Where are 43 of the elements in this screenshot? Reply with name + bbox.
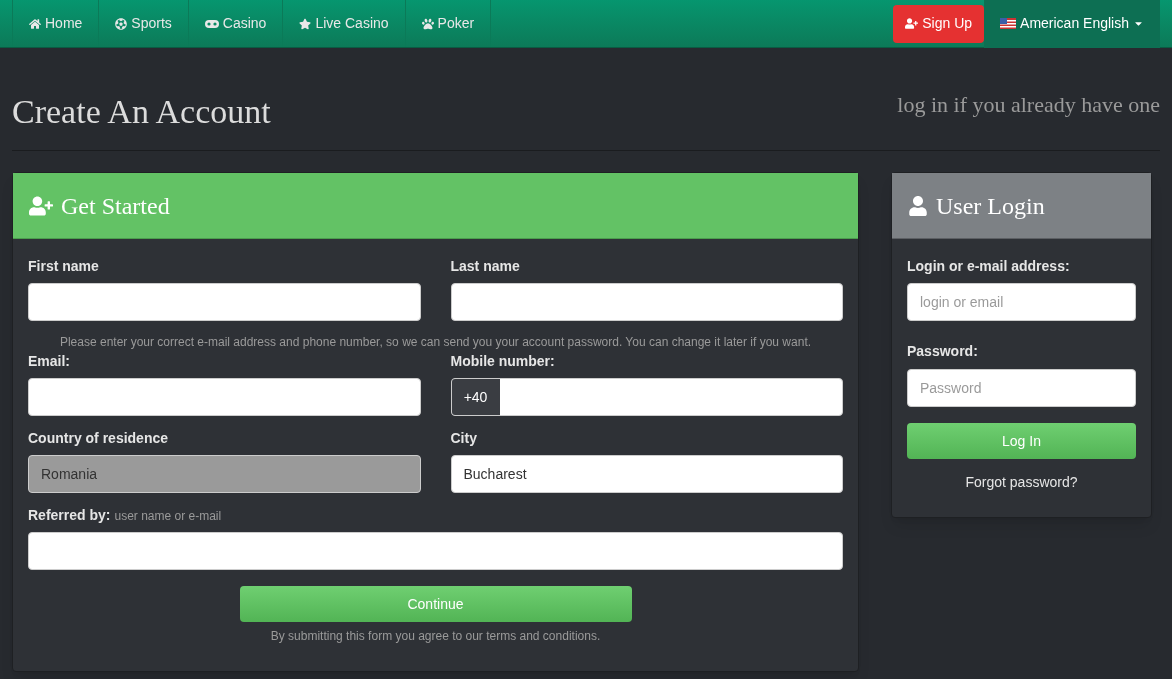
phone-prefix: +40 bbox=[451, 379, 500, 415]
forgot-password-link[interactable]: Forgot password? bbox=[965, 472, 1078, 493]
user-plus-icon bbox=[905, 17, 919, 30]
flag-icon bbox=[1000, 18, 1017, 29]
paw-icon bbox=[421, 17, 434, 30]
user-plus-icon bbox=[29, 193, 53, 218]
language-dropdown[interactable]: American English bbox=[984, 0, 1160, 48]
continue-button[interactable]: Continue bbox=[239, 586, 632, 622]
input-field[interactable] bbox=[28, 532, 843, 570]
user-icon bbox=[908, 195, 928, 216]
nav-link[interactable]: Home bbox=[12, 0, 99, 47]
nav-link[interactable]: Sports bbox=[98, 0, 188, 47]
log-in-button[interactable]: Log In bbox=[907, 423, 1136, 459]
nav-link[interactable]: Poker bbox=[404, 0, 492, 47]
input-field[interactable] bbox=[28, 283, 421, 321]
input-field[interactable]: Password bbox=[907, 369, 1136, 407]
input-field[interactable] bbox=[450, 283, 843, 321]
input-field[interactable]: Bucharest bbox=[450, 455, 843, 493]
panel-title: Get Started bbox=[61, 191, 170, 221]
field-label: Password: bbox=[907, 343, 978, 359]
field-label: Mobile number: bbox=[450, 352, 556, 371]
field-label: Login or e-mail address: bbox=[907, 257, 1071, 276]
panel-title: User Login bbox=[936, 191, 1045, 221]
field-label: Referred by: bbox=[28, 506, 111, 525]
nav-link[interactable]: Live Casino bbox=[282, 0, 405, 47]
input-field[interactable] bbox=[28, 378, 421, 416]
terms-text: By submitting this form you agree to our terms and conditions. bbox=[270, 628, 601, 645]
sign-up-button[interactable]: Sign Up bbox=[893, 4, 985, 43]
field-hint: user name or e-mail bbox=[114, 508, 222, 525]
field-label: Country of residence bbox=[28, 429, 170, 448]
field-label: Email: bbox=[28, 352, 71, 371]
field-label: City bbox=[450, 429, 478, 448]
field-label: Last name bbox=[450, 257, 521, 276]
login-link[interactable]: log in if you already have one bbox=[897, 92, 1160, 118]
field-label: First name bbox=[28, 257, 100, 276]
mask-icon bbox=[204, 19, 219, 28]
phone-field[interactable]: +40 bbox=[450, 378, 843, 416]
page-title: Create An Account bbox=[12, 92, 271, 132]
input-field[interactable]: login or email bbox=[907, 283, 1136, 321]
home-icon bbox=[29, 17, 41, 30]
info-text: Please enter your correct e-mail address and phone number, so we can send you your account password. You can change it later if you want. bbox=[58, 334, 813, 351]
star-icon bbox=[299, 17, 312, 30]
nav-link[interactable]: Casino bbox=[187, 0, 283, 47]
